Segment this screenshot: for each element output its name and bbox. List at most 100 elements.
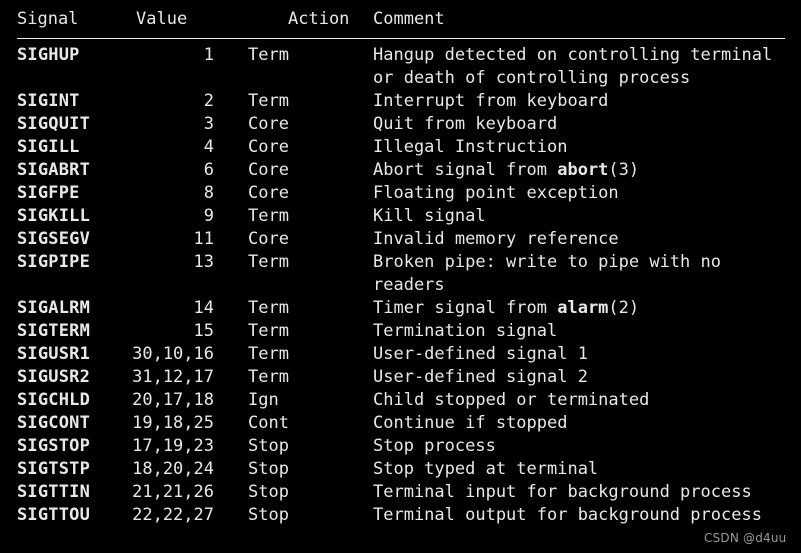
comment-section-number: (3) [608,160,640,180]
cell-comment: Quit from keyboard [345,113,787,136]
cell-action: Core [248,137,289,157]
cell-action: Term [248,298,289,318]
cell-signal: SIGTERM [17,321,91,341]
cell-signal: SIGKILL [17,206,91,226]
comment-text: User-defined signal 2 [373,367,588,387]
cell-comment: Abort signal from abort(3) [345,159,787,182]
cell-signal: SIGALRM [17,298,91,318]
table-row: SIGSTOP 17,19,23 Stop Stop process [17,435,787,458]
cell-signal: SIGCONT [17,413,91,433]
cell-signal: SIGINT [17,91,80,111]
cell-value: 2 [203,91,214,111]
comment-text: Illegal Instruction [373,137,568,157]
cell-comment: Invalid memory reference [345,228,787,251]
cell-signal: SIGSEGV [17,229,91,249]
header-rule-row [17,33,787,44]
cell-signal: SIGPIPE [17,252,91,272]
cell-comment: Kill signal [345,205,787,228]
cell-comment: User-defined signal 2 [345,366,787,389]
cell-action: Ign [248,390,279,410]
table-header: Signal Value Action Comment [17,8,787,44]
cell-comment: Terminal output for background process [345,504,787,527]
cell-signal: SIGUSR1 [17,344,91,364]
cell-value: 8 [203,183,214,203]
table-row: SIGTTIN 21,21,26 Stop Terminal input for ba… [17,481,787,504]
cell-action: Cont [248,413,289,433]
comment-text: Stop process [373,436,496,456]
cell-action: Core [248,114,289,134]
csdn-watermark: CSDN @d4uu [704,531,787,545]
comment-text: Timer signal from [373,298,558,318]
comment-text: Child stopped or terminated [373,390,650,410]
cell-action: Stop [248,436,289,456]
cell-action: Core [248,160,289,180]
cell-comment: Illegal Instruction [345,136,787,159]
cell-value: 11 [193,229,214,249]
cell-signal: SIGFPE [17,183,80,203]
comment-text: Terminal input for background process [373,482,752,502]
comment-text: Terminal output for background process [373,505,762,525]
table-row: SIGUSR2 31,12,17 Term User-defined signal 2 [17,366,787,389]
cell-comment: Floating point exception [345,182,787,205]
cell-action: Term [248,252,289,272]
cell-action: Term [248,91,289,111]
table-row: SIGINT 2 Term Interrupt from keyboard [17,90,787,113]
comment-text: Hangup detected on controlling terminal … [373,45,773,88]
cell-comment: Terminal input for background process [345,481,787,504]
cell-signal: SIGTTOU [17,505,91,525]
cell-value: 21,21,26 [132,482,214,502]
cell-action: Term [248,321,289,341]
cell-signal: SIGTTIN [17,482,91,502]
cell-action: Stop [248,482,289,502]
cell-comment: Hangup detected on controlling terminal … [345,44,787,90]
header-rule-cell [17,33,787,44]
comment-text: Interrupt from keyboard [373,91,609,111]
comment-text: User-defined signal 1 [373,344,588,364]
cell-value: 3 [203,114,214,134]
comment-section-number: (2) [608,298,640,318]
table-row: SIGHUP 1 Term Hangup detected on controllin… [17,44,787,90]
cell-comment: User-defined signal 1 [345,343,787,366]
table-header-row: Signal Value Action Comment [17,8,787,33]
cell-comment: Continue if stopped [345,412,787,435]
comment-text: Invalid memory reference [373,229,619,249]
column-header-signal: Signal [17,9,79,29]
table-row: SIGTSTP 18,20,24 Stop Stop typed at termina… [17,458,787,481]
cell-signal: SIGTSTP [17,459,91,479]
table-body: SIGHUP 1 Term Hangup detected on controllin… [17,44,787,527]
cell-action: Core [248,229,289,249]
comment-text: Kill signal [373,206,486,226]
cell-action: Term [248,344,289,364]
cell-comment: Child stopped or terminated [345,389,787,412]
table-row: SIGALRM 14 Term Timer signal from alarm(2) [17,297,787,320]
cell-comment: Termination signal [345,320,787,343]
table-row: SIGCHLD 20,17,18 Ign Child stopped or termi… [17,389,787,412]
cell-signal: SIGABRT [17,160,91,180]
comment-text: Quit from keyboard [373,114,558,134]
cell-action: Core [248,183,289,203]
cell-signal: SIGUSR2 [17,367,91,387]
table-row: SIGABRT 6 Core Abort signal from abort(3) [17,159,787,182]
cell-value: 15 [193,321,214,341]
cell-action: Term [248,206,289,226]
cell-value: 14 [193,298,214,318]
comment-text: Continue if stopped [373,413,568,433]
cell-comment: Broken pipe: write to pipe with no reade… [345,251,787,297]
column-header-action: Action [288,9,350,29]
cell-action: Stop [248,459,289,479]
comment-text: Abort signal from [373,160,558,180]
table-row: SIGFPE 8 Core Floating point exception [17,182,787,205]
cell-comment: Stop typed at terminal [345,458,787,481]
cell-value: 30,10,16 [132,344,214,364]
table-row: SIGILL 4 Core Illegal Instruction [17,136,787,159]
cell-value: 19,18,25 [132,413,214,433]
cell-signal: SIGHUP [17,45,80,65]
cell-signal: SIGCHLD [17,390,91,410]
cell-value: 20,17,18 [132,390,214,410]
comment-manpage-ref: abort [557,160,609,180]
comment-text: Broken pipe: write to pipe with no reade… [373,252,721,295]
table-row: SIGUSR1 30,10,16 Term User-defined signal 1 [17,343,787,366]
cell-comment: Stop process [345,435,787,458]
cell-signal: SIGILL [17,137,80,157]
cell-value: 6 [203,160,214,180]
